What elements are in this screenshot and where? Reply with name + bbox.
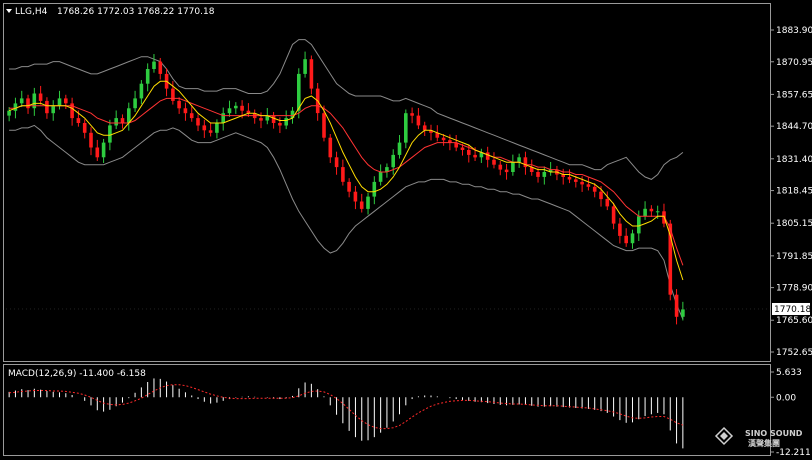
price-tick-label-4: 1831.40 [776,155,812,165]
price-tick-label-3: 1844.70 [776,122,812,132]
price-tick-label-8: 1778.90 [776,284,812,294]
price-tick-label-7: 1791.85 [776,252,812,262]
macd-tick-label-2: -12.211 [776,448,811,458]
price-tick-label-9: 1765.60 [776,316,812,326]
price-tick-label-5: 1818.45 [776,187,812,197]
logo-name: SINO SOUND [745,429,803,438]
candle [309,55,314,95]
price-tick-label-6: 1805.15 [776,219,812,229]
price-tick-label-10: 1752.65 [776,348,812,358]
logo-subtitle: 漢聲集團 [748,438,780,448]
chart-symbol-title: LLG,H4 [15,7,48,17]
macd-title: MACD(12,26,9) -11.400 -6.158 [8,369,146,379]
chart-window: LLG,H4 1768.26 1772.03 1768.22 1770.18 M… [0,0,812,460]
current-price-label: 1770.18 [774,305,811,315]
price-tick-label-0: 1883.90 [776,26,812,36]
candle [404,109,408,149]
macd-tick-label-1: 0.00 [776,393,796,403]
price-tick-label-1: 1870.95 [776,58,812,68]
chart-ohlc-header: 1768.26 1772.03 1768.22 1770.18 [57,7,215,17]
macd-tick-label-0: 5.633 [776,368,802,378]
price-tick-label-2: 1857.65 [776,90,812,100]
